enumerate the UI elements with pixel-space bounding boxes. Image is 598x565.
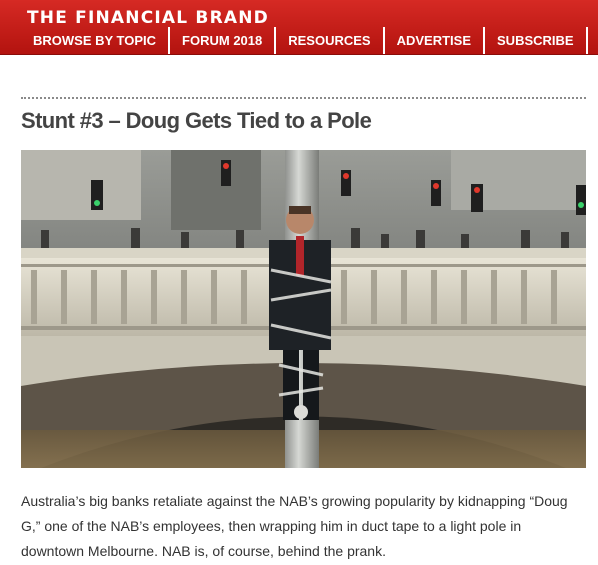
site-logo[interactable]: THE FINANCIAL BRAND: [27, 8, 269, 28]
nav-browse-by-topic[interactable]: BROWSE BY TOPIC: [0, 27, 171, 54]
nav-subscribe[interactable]: SUBSCRIBE: [485, 27, 588, 54]
article-paragraph: Australia’s big banks retaliate against …: [21, 493, 568, 559]
nav-forum-2018[interactable]: FORUM 2018: [170, 27, 277, 54]
article-title: Stunt #3 – Doug Gets Tied to a Pole: [21, 108, 372, 133]
section-divider: [21, 97, 586, 99]
nav-resources[interactable]: RESOURCES: [276, 27, 385, 54]
nav-advertise[interactable]: ADVERTISE: [385, 27, 486, 54]
site-header: THE FINANCIAL BRAND BROWSE BY TOPIC FORU…: [0, 0, 598, 55]
main-nav: BROWSE BY TOPIC FORUM 2018 RESOURCES ADV…: [0, 27, 588, 54]
article-photo: [21, 150, 586, 468]
